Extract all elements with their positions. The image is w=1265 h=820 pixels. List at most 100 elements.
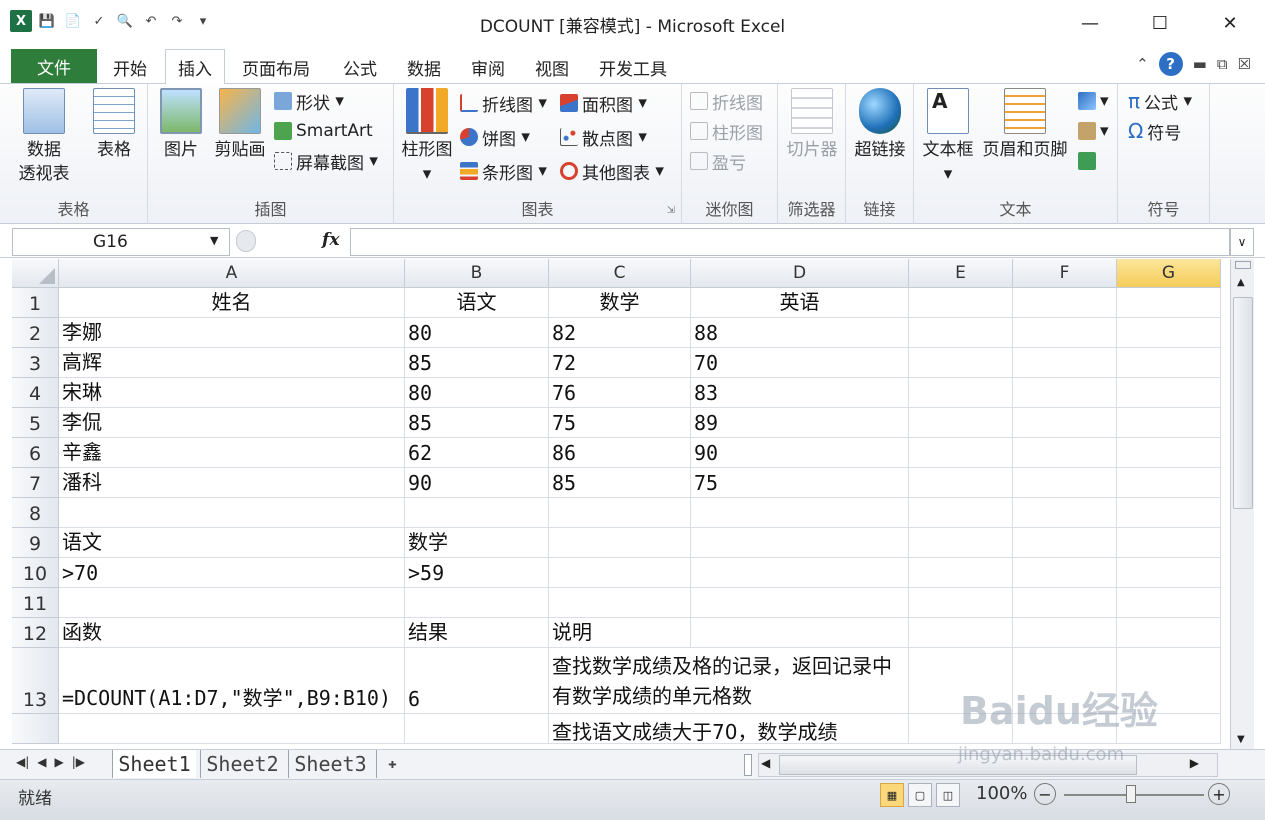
column-header-a[interactable]: A bbox=[59, 259, 405, 288]
cell-e6[interactable] bbox=[909, 438, 1013, 468]
row-header[interactable]: 2 bbox=[12, 318, 59, 348]
cell-b6[interactable]: 62 bbox=[405, 438, 549, 468]
cell-d3[interactable]: 70 bbox=[691, 348, 909, 378]
scroll-up-icon[interactable]: ▲ bbox=[1237, 277, 1245, 288]
minimize-doc-icon[interactable]: ▬ bbox=[1193, 55, 1207, 73]
zoom-out-icon[interactable]: − bbox=[1034, 783, 1056, 805]
cell-cnext[interactable]: 查找语文成绩大于70，数学成绩 bbox=[549, 714, 909, 744]
other-charts-button[interactable]: 其他图表 ▾ bbox=[560, 156, 664, 186]
row-header[interactable]: 6 bbox=[12, 438, 59, 468]
cell-d6[interactable]: 90 bbox=[691, 438, 909, 468]
cell-d1[interactable]: 英语 bbox=[691, 288, 909, 318]
cell-c5[interactable]: 75 bbox=[549, 408, 691, 438]
cell-b7[interactable]: 90 bbox=[405, 468, 549, 498]
column-chart-button[interactable]: 柱形图 ▾ bbox=[398, 88, 456, 186]
tab-page-layout[interactable]: 页面布局 bbox=[232, 50, 320, 84]
cell-a10[interactable]: >70 bbox=[59, 558, 405, 588]
cell-b11[interactable] bbox=[405, 588, 549, 618]
row-header[interactable]: 4 bbox=[12, 378, 59, 408]
equation-button[interactable]: π 公式 ▾ bbox=[1128, 86, 1192, 116]
cell-e9[interactable] bbox=[909, 528, 1013, 558]
cell-a7[interactable]: 潘科 bbox=[59, 468, 405, 498]
cell-f2[interactable] bbox=[1013, 318, 1117, 348]
cell-d4[interactable]: 83 bbox=[691, 378, 909, 408]
cell-b12[interactable]: 结果 bbox=[405, 618, 549, 648]
cell-e11[interactable] bbox=[909, 588, 1013, 618]
cell-b10[interactable]: >59 bbox=[405, 558, 549, 588]
row-header[interactable] bbox=[12, 714, 59, 744]
column-header-e[interactable]: E bbox=[909, 259, 1013, 288]
cell-d9[interactable] bbox=[691, 528, 909, 558]
cell-f7[interactable] bbox=[1013, 468, 1117, 498]
cell-a2[interactable]: 李娜 bbox=[59, 318, 405, 348]
cell-f1[interactable] bbox=[1013, 288, 1117, 318]
insert-sheet-icon[interactable]: ✚ bbox=[376, 750, 408, 778]
help-icon[interactable]: ? bbox=[1158, 52, 1183, 76]
tab-formulas[interactable]: 公式 bbox=[330, 50, 390, 84]
cell-e3[interactable] bbox=[909, 348, 1013, 378]
row-header[interactable]: 3 bbox=[12, 348, 59, 378]
page-break-view-icon[interactable]: ◫ bbox=[936, 783, 960, 807]
cell-b13[interactable]: 6 bbox=[405, 648, 549, 714]
dialog-launcher-icon[interactable]: ⇲ bbox=[667, 205, 675, 216]
smartart-button[interactable]: SmartArt bbox=[274, 116, 373, 146]
sheet-tab-sheet1[interactable]: Sheet1 bbox=[112, 750, 196, 778]
cell-f12[interactable] bbox=[1013, 618, 1117, 648]
cell-b1[interactable]: 语文 bbox=[405, 288, 549, 318]
cell-a9[interactable]: 语文 bbox=[59, 528, 405, 558]
bar-chart-button[interactable]: 条形图 ▾ bbox=[460, 156, 547, 186]
clipart-button[interactable]: 剪贴画 bbox=[210, 88, 270, 162]
tab-split-handle[interactable] bbox=[744, 754, 752, 776]
object-button[interactable] bbox=[1078, 146, 1100, 176]
cell-g6[interactable] bbox=[1117, 438, 1221, 468]
hyperlink-button[interactable]: 超链接 bbox=[850, 88, 910, 162]
close-button[interactable]: ✕ bbox=[1195, 0, 1265, 46]
cell-c11[interactable] bbox=[549, 588, 691, 618]
zoom-in-icon[interactable]: + bbox=[1208, 783, 1230, 805]
zoom-slider-thumb[interactable] bbox=[1126, 785, 1136, 803]
row-header[interactable]: 8 bbox=[12, 498, 59, 528]
cell-g2[interactable] bbox=[1117, 318, 1221, 348]
cell-g10[interactable] bbox=[1117, 558, 1221, 588]
name-box[interactable]: G16 bbox=[12, 228, 230, 256]
column-header-d[interactable]: D bbox=[691, 259, 909, 288]
tab-view[interactable]: 视图 bbox=[522, 50, 582, 84]
cell-e12[interactable] bbox=[909, 618, 1013, 648]
cell-d5[interactable]: 89 bbox=[691, 408, 909, 438]
cell-c7[interactable]: 85 bbox=[549, 468, 691, 498]
sparkline-winloss-button[interactable]: 盈亏 bbox=[690, 146, 746, 176]
row-header[interactable]: 12 bbox=[12, 618, 59, 648]
cell-d7[interactable]: 75 bbox=[691, 468, 909, 498]
name-box-dropdown-icon[interactable]: ▼ bbox=[210, 234, 218, 247]
cell-a5[interactable]: 李侃 bbox=[59, 408, 405, 438]
normal-view-icon[interactable]: ▦ bbox=[880, 783, 904, 807]
shapes-button[interactable]: 形状 ▾ bbox=[274, 86, 344, 116]
area-chart-button[interactable]: 面积图 ▾ bbox=[560, 88, 647, 118]
row-header[interactable]: 7 bbox=[12, 468, 59, 498]
column-header-c[interactable]: C bbox=[549, 259, 691, 288]
cell-f3[interactable] bbox=[1013, 348, 1117, 378]
cell-c8[interactable] bbox=[549, 498, 691, 528]
cell-e8[interactable] bbox=[909, 498, 1013, 528]
column-header-f[interactable]: F bbox=[1013, 259, 1117, 288]
cell-b2[interactable]: 80 bbox=[405, 318, 549, 348]
cell-g8[interactable] bbox=[1117, 498, 1221, 528]
cell-g11[interactable] bbox=[1117, 588, 1221, 618]
row-header[interactable]: 9 bbox=[12, 528, 59, 558]
cell-f4[interactable] bbox=[1013, 378, 1117, 408]
column-header-g[interactable]: G bbox=[1117, 259, 1221, 288]
tab-home[interactable]: 开始 bbox=[100, 50, 160, 84]
cell-c6[interactable]: 86 bbox=[549, 438, 691, 468]
cell-f9[interactable] bbox=[1013, 528, 1117, 558]
symbol-button[interactable]: Ω 符号 bbox=[1128, 116, 1181, 146]
column-header-b[interactable]: B bbox=[405, 259, 549, 288]
sheet-tab-sheet2[interactable]: Sheet2 bbox=[200, 750, 284, 778]
cell-g4[interactable] bbox=[1117, 378, 1221, 408]
first-sheet-icon[interactable]: ◀| bbox=[16, 755, 29, 769]
row-header[interactable]: 10 bbox=[12, 558, 59, 588]
cell-g3[interactable] bbox=[1117, 348, 1221, 378]
cell-e10[interactable] bbox=[909, 558, 1013, 588]
cell-f6[interactable] bbox=[1013, 438, 1117, 468]
vertical-scroll-thumb[interactable] bbox=[1233, 297, 1253, 509]
next-sheet-icon[interactable]: ▶ bbox=[55, 755, 64, 769]
